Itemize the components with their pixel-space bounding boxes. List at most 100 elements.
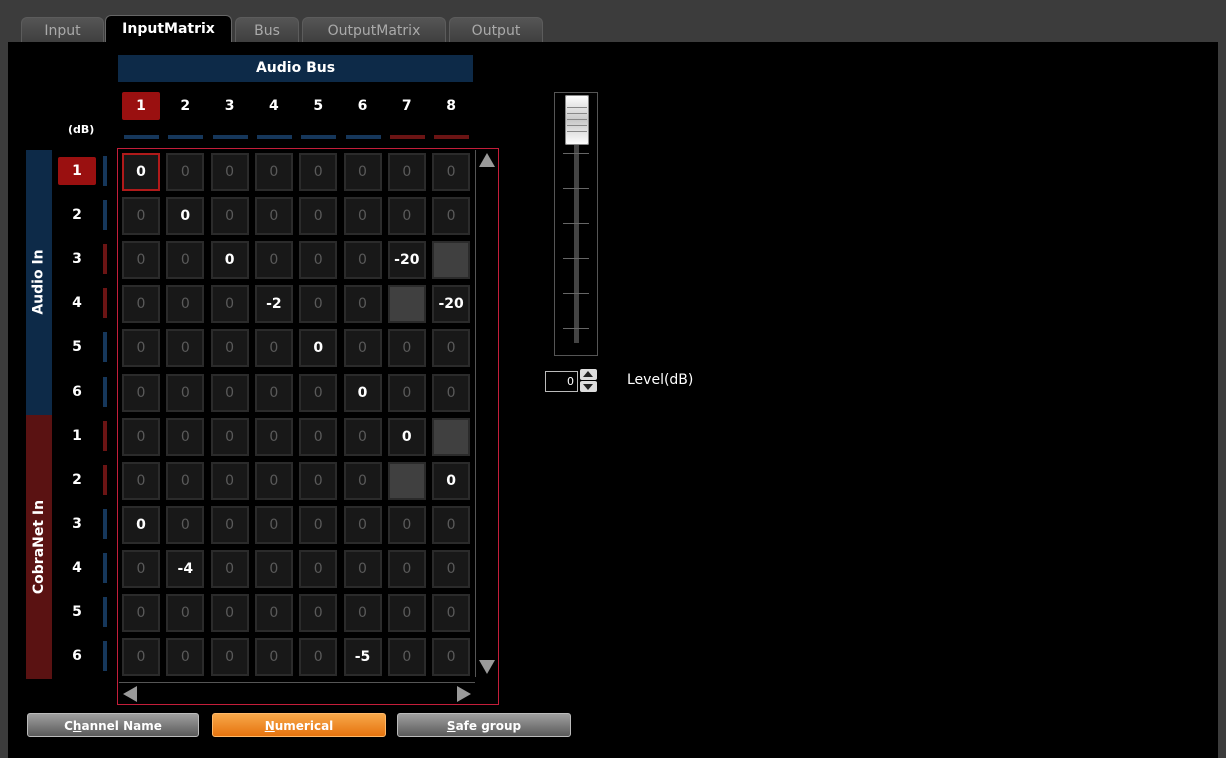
matrix-cell[interactable]: 0 xyxy=(210,461,249,500)
bus-column-5[interactable]: 5 xyxy=(299,92,337,120)
matrix-cell[interactable]: 0 xyxy=(432,549,471,588)
matrix-cell[interactable]: 0 xyxy=(432,505,471,544)
level-value-input[interactable]: 0 xyxy=(545,371,578,392)
input-row-audio-1[interactable]: 1 xyxy=(58,157,96,185)
input-row-cobranet-1[interactable]: 1 xyxy=(58,422,96,450)
matrix-cell[interactable]: 0 xyxy=(343,285,382,324)
matrix-cell[interactable]: 0 xyxy=(210,285,249,324)
bus-column-1[interactable]: 1 xyxy=(122,92,160,120)
matrix-cell[interactable]: 0 xyxy=(343,329,382,368)
matrix-cell[interactable]: 0 xyxy=(432,461,471,500)
bus-column-2[interactable]: 2 xyxy=(166,92,204,120)
matrix-cell[interactable]: 0 xyxy=(166,373,205,412)
level-fader[interactable] xyxy=(554,92,598,356)
matrix-cell[interactable]: 0 xyxy=(210,153,249,191)
matrix-cell[interactable]: 0 xyxy=(387,638,426,677)
tab-bus[interactable]: Bus xyxy=(235,17,299,43)
horizontal-scrollbar[interactable] xyxy=(119,682,475,703)
matrix-cell[interactable]: 0 xyxy=(122,373,160,412)
matrix-cell[interactable]: 0 xyxy=(122,638,160,677)
matrix-cell[interactable] xyxy=(387,461,426,500)
matrix-cell[interactable]: 0 xyxy=(432,594,471,632)
scroll-right-arrow-icon[interactable] xyxy=(457,686,471,702)
matrix-cell[interactable]: 0 xyxy=(343,549,382,588)
matrix-cell[interactable]: 0 xyxy=(432,197,471,236)
matrix-cell[interactable]: 0 xyxy=(166,329,205,368)
scroll-up-arrow-icon[interactable] xyxy=(479,153,495,167)
matrix-cell[interactable]: 0 xyxy=(343,461,382,500)
matrix-cell[interactable]: 0 xyxy=(122,417,160,456)
matrix-cell[interactable] xyxy=(432,417,471,456)
matrix-cell[interactable]: 0 xyxy=(254,461,293,500)
input-row-audio-3[interactable]: 3 xyxy=(58,245,96,273)
matrix-cell[interactable]: 0 xyxy=(122,594,160,632)
fader-knob[interactable] xyxy=(565,95,589,145)
tab-inputmatrix[interactable]: InputMatrix xyxy=(105,15,232,44)
matrix-cell[interactable]: 0 xyxy=(432,153,471,191)
matrix-cell[interactable]: 0 xyxy=(343,197,382,236)
matrix-cell[interactable]: 0 xyxy=(166,594,205,632)
matrix-cell[interactable]: 0 xyxy=(210,197,249,236)
matrix-cell[interactable]: 0 xyxy=(210,638,249,677)
matrix-cell[interactable]: 0 xyxy=(254,197,293,236)
matrix-cell[interactable]: 0 xyxy=(432,638,471,677)
matrix-cell[interactable]: 0 xyxy=(299,505,338,544)
bus-column-4[interactable]: 4 xyxy=(255,92,293,120)
matrix-cell[interactable]: 0 xyxy=(166,197,205,236)
matrix-cell[interactable]: 0 xyxy=(387,329,426,368)
safe-group-button[interactable]: Safe group xyxy=(397,713,571,737)
matrix-cell[interactable]: 0 xyxy=(299,549,338,588)
matrix-cell[interactable]: 0 xyxy=(432,373,471,412)
matrix-cell[interactable]: 0 xyxy=(210,549,249,588)
matrix-cell[interactable]: -20 xyxy=(387,241,426,280)
matrix-cell[interactable]: 0 xyxy=(122,461,160,500)
matrix-cell[interactable]: 0 xyxy=(254,153,293,191)
matrix-cell[interactable]: 0 xyxy=(122,241,160,280)
matrix-cell[interactable]: 0 xyxy=(254,329,293,368)
matrix-cell[interactable]: 0 xyxy=(387,549,426,588)
matrix-cell[interactable]: 0 xyxy=(166,638,205,677)
matrix-cell[interactable]: 0 xyxy=(166,153,205,191)
bus-column-8[interactable]: 8 xyxy=(432,92,470,120)
matrix-cell[interactable]: 0 xyxy=(210,505,249,544)
spin-up-arrow-icon[interactable] xyxy=(580,369,597,380)
matrix-cell[interactable]: 0 xyxy=(122,153,160,191)
matrix-cell[interactable]: 0 xyxy=(299,594,338,632)
matrix-cell[interactable]: 0 xyxy=(254,505,293,544)
level-spinner[interactable] xyxy=(580,369,598,393)
matrix-cell[interactable] xyxy=(387,285,426,324)
input-row-cobranet-6[interactable]: 6 xyxy=(58,642,96,670)
matrix-cell[interactable]: 0 xyxy=(299,417,338,456)
matrix-cell[interactable]: 0 xyxy=(343,505,382,544)
matrix-cell[interactable]: 0 xyxy=(387,594,426,632)
matrix-cell[interactable]: -5 xyxy=(343,638,382,677)
matrix-cell[interactable]: 0 xyxy=(122,285,160,324)
scroll-down-arrow-icon[interactable] xyxy=(479,660,495,674)
input-row-cobranet-2[interactable]: 2 xyxy=(58,466,96,494)
matrix-cell[interactable]: 0 xyxy=(299,153,338,191)
matrix-cell[interactable]: 0 xyxy=(122,505,160,544)
matrix-cell[interactable]: 0 xyxy=(254,549,293,588)
matrix-cell[interactable]: 0 xyxy=(166,461,205,500)
matrix-cell[interactable]: 0 xyxy=(254,373,293,412)
matrix-cell[interactable]: 0 xyxy=(343,594,382,632)
matrix-cell[interactable]: 0 xyxy=(122,197,160,236)
channel-name-button[interactable]: Channel Name xyxy=(27,713,199,737)
matrix-cell[interactable]: 0 xyxy=(166,241,205,280)
matrix-cell[interactable]: 0 xyxy=(299,638,338,677)
matrix-cell[interactable]: -20 xyxy=(432,285,471,324)
spin-down-arrow-icon[interactable] xyxy=(580,381,597,392)
matrix-cell[interactable]: 0 xyxy=(210,373,249,412)
matrix-cell[interactable]: 0 xyxy=(166,417,205,456)
matrix-cell[interactable]: 0 xyxy=(387,505,426,544)
matrix-cell[interactable]: -2 xyxy=(254,285,293,324)
vertical-scrollbar[interactable] xyxy=(475,150,498,677)
bus-column-6[interactable]: 6 xyxy=(344,92,382,120)
matrix-cell[interactable]: -4 xyxy=(166,549,205,588)
matrix-cell[interactable]: 0 xyxy=(343,373,382,412)
matrix-cell[interactable]: 0 xyxy=(299,241,338,280)
input-row-cobranet-5[interactable]: 5 xyxy=(58,598,96,626)
tab-input[interactable]: Input xyxy=(21,17,104,43)
matrix-cell[interactable]: 0 xyxy=(299,197,338,236)
matrix-cell[interactable]: 0 xyxy=(122,329,160,368)
